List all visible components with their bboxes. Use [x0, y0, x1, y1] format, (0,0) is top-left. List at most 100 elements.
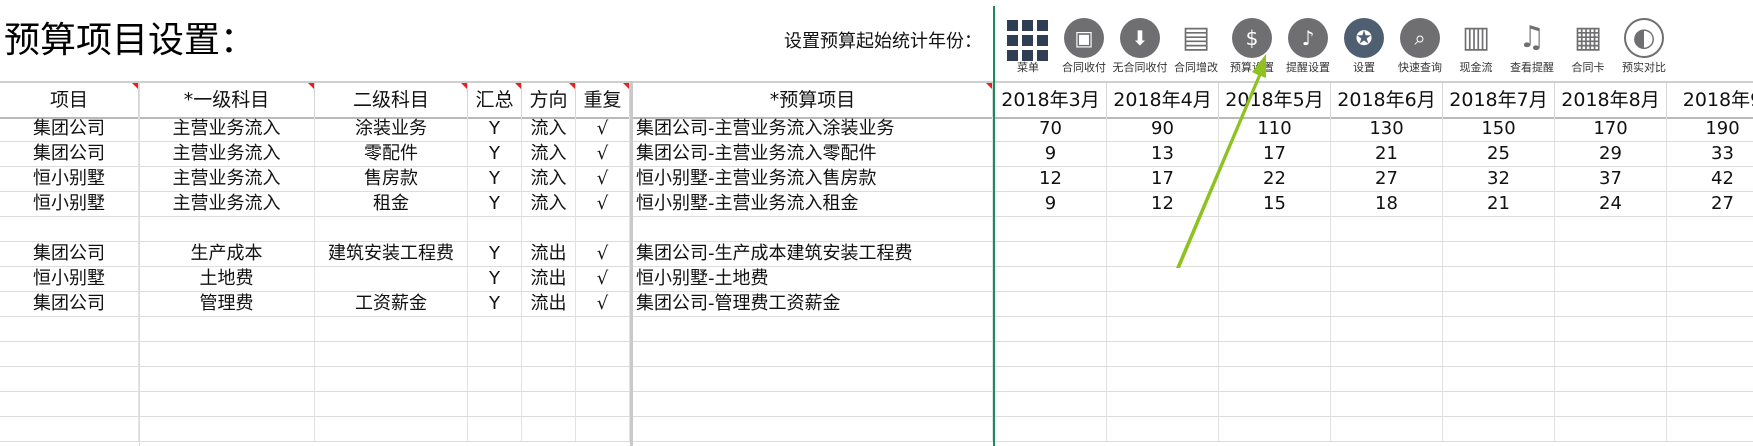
cell-month-value[interactable] — [995, 367, 1107, 391]
cell-month-value[interactable]: 27 — [1667, 192, 1753, 216]
cell-month-value[interactable] — [1443, 267, 1555, 291]
cell-summary[interactable] — [468, 317, 522, 341]
cell-month-value[interactable] — [995, 417, 1107, 441]
cell-month-value[interactable] — [1331, 392, 1443, 416]
cell-month-value[interactable] — [1219, 417, 1331, 441]
cell-month-value[interactable] — [1107, 267, 1219, 291]
cell-month-value[interactable] — [1667, 367, 1753, 391]
cell-level2[interactable]: 建筑安装工程费 — [315, 242, 468, 266]
cell-repeat[interactable] — [576, 317, 630, 341]
cell-month-value[interactable]: 18 — [1331, 192, 1443, 216]
cell-direction[interactable]: 流入 — [522, 117, 576, 141]
cell-repeat[interactable]: √ — [576, 117, 630, 141]
cell-direction[interactable]: 流入 — [522, 167, 576, 191]
cell-project[interactable] — [0, 317, 139, 341]
cell-month-value[interactable] — [1667, 417, 1753, 441]
cell-month-value[interactable] — [1219, 292, 1331, 316]
cell-budget-item[interactable]: 集团公司-生产成本建筑安装工程费 — [633, 242, 993, 266]
cell-project[interactable] — [0, 217, 139, 241]
cell-summary[interactable]: Y — [468, 292, 522, 316]
cell-month-value[interactable] — [1107, 292, 1219, 316]
cell-month-value[interactable] — [995, 342, 1107, 366]
cell-repeat[interactable]: √ — [576, 292, 630, 316]
cell-month-value[interactable] — [1107, 242, 1219, 266]
cell-month-value[interactable] — [1107, 417, 1219, 441]
cell-budget-item[interactable] — [633, 367, 993, 391]
cell-month-value[interactable]: 9 — [995, 142, 1107, 166]
cell-month-value[interactable] — [1443, 317, 1555, 341]
cell-project[interactable] — [0, 342, 139, 366]
cell-month-value[interactable] — [1667, 392, 1753, 416]
cell-month-value[interactable] — [995, 217, 1107, 241]
cell-project[interactable] — [0, 367, 139, 391]
comment-marker[interactable] — [461, 83, 467, 89]
cell-month-value[interactable] — [1107, 217, 1219, 241]
cell-month-value[interactable] — [1555, 242, 1667, 266]
column-header[interactable]: 汇总 — [468, 83, 522, 117]
cell-month-value[interactable] — [1219, 267, 1331, 291]
cell-month-value[interactable] — [1331, 342, 1443, 366]
cell-month-value[interactable] — [1667, 292, 1753, 316]
comment-marker[interactable] — [515, 83, 521, 89]
cell-summary[interactable]: Y — [468, 192, 522, 216]
column-header[interactable]: *预算项目 — [633, 83, 993, 117]
month-header[interactable]: 2018年7月 — [1443, 83, 1555, 117]
cell-budget-item[interactable] — [633, 217, 993, 241]
cell-summary[interactable] — [468, 417, 522, 441]
cell-direction[interactable]: 流入 — [522, 192, 576, 216]
comment-marker[interactable] — [623, 83, 629, 89]
cell-budget-item[interactable]: 集团公司-管理费工资薪金 — [633, 292, 993, 316]
cell-month-value[interactable]: 37 — [1555, 167, 1667, 191]
cell-month-value[interactable]: 21 — [1331, 142, 1443, 166]
cell-month-value[interactable]: 27 — [1331, 167, 1443, 191]
cell-level1[interactable] — [139, 392, 315, 416]
cell-level1[interactable] — [139, 317, 315, 341]
column-header[interactable]: *一级科目 — [139, 83, 315, 117]
cell-level2[interactable]: 工资薪金 — [315, 292, 468, 316]
cell-budget-item[interactable] — [633, 342, 993, 366]
cell-level2[interactable] — [315, 417, 468, 441]
month-header[interactable]: 2018年9 — [1667, 83, 1753, 117]
cell-level1[interactable]: 主营业务流入 — [139, 192, 315, 216]
cell-project[interactable]: 集团公司 — [0, 142, 139, 166]
cell-month-value[interactable]: 12 — [1107, 192, 1219, 216]
cell-repeat[interactable] — [576, 417, 630, 441]
cell-month-value[interactable]: 17 — [1107, 167, 1219, 191]
cell-month-value[interactable]: 42 — [1667, 167, 1753, 191]
cell-month-value[interactable] — [1555, 367, 1667, 391]
cell-month-value[interactable] — [995, 317, 1107, 341]
cell-month-value[interactable] — [1555, 342, 1667, 366]
cell-budget-item[interactable] — [633, 317, 993, 341]
cell-month-value[interactable] — [1107, 317, 1219, 341]
cell-level1[interactable]: 主营业务流入 — [139, 142, 315, 166]
cell-month-value[interactable]: 33 — [1667, 142, 1753, 166]
cell-budget-item[interactable]: 恒小别墅-主营业务流入租金 — [633, 192, 993, 216]
cell-month-value[interactable] — [1331, 367, 1443, 391]
cell-direction[interactable] — [522, 417, 576, 441]
cell-direction[interactable]: 流入 — [522, 142, 576, 166]
cell-summary[interactable] — [468, 367, 522, 391]
month-header[interactable]: 2018年5月 — [1219, 83, 1331, 117]
cell-repeat[interactable]: √ — [576, 242, 630, 266]
cell-direction[interactable] — [522, 317, 576, 341]
cell-direction[interactable]: 流出 — [522, 267, 576, 291]
cell-month-value[interactable]: 12 — [995, 167, 1107, 191]
cell-month-value[interactable] — [1107, 367, 1219, 391]
cell-direction[interactable] — [522, 342, 576, 366]
cell-budget-item[interactable]: 集团公司-主营业务流入零配件 — [633, 142, 993, 166]
cell-month-value[interactable] — [1555, 217, 1667, 241]
cell-month-value[interactable] — [1443, 392, 1555, 416]
cell-month-value[interactable] — [1443, 292, 1555, 316]
toolbar-button-12[interactable]: ◐ 预实对比 — [1616, 16, 1672, 78]
cell-budget-item[interactable]: 恒小别墅-主营业务流入售房款 — [633, 167, 993, 191]
cell-month-value[interactable]: 25 — [1443, 142, 1555, 166]
cell-month-value[interactable] — [1555, 317, 1667, 341]
cell-month-value[interactable] — [995, 392, 1107, 416]
cell-month-value[interactable] — [1443, 342, 1555, 366]
cell-summary[interactable] — [468, 342, 522, 366]
cell-level2[interactable]: 租金 — [315, 192, 468, 216]
column-header[interactable]: 重复 — [576, 83, 630, 117]
cell-month-value[interactable] — [1219, 367, 1331, 391]
cell-month-value[interactable] — [1331, 417, 1443, 441]
cell-month-value[interactable] — [995, 292, 1107, 316]
